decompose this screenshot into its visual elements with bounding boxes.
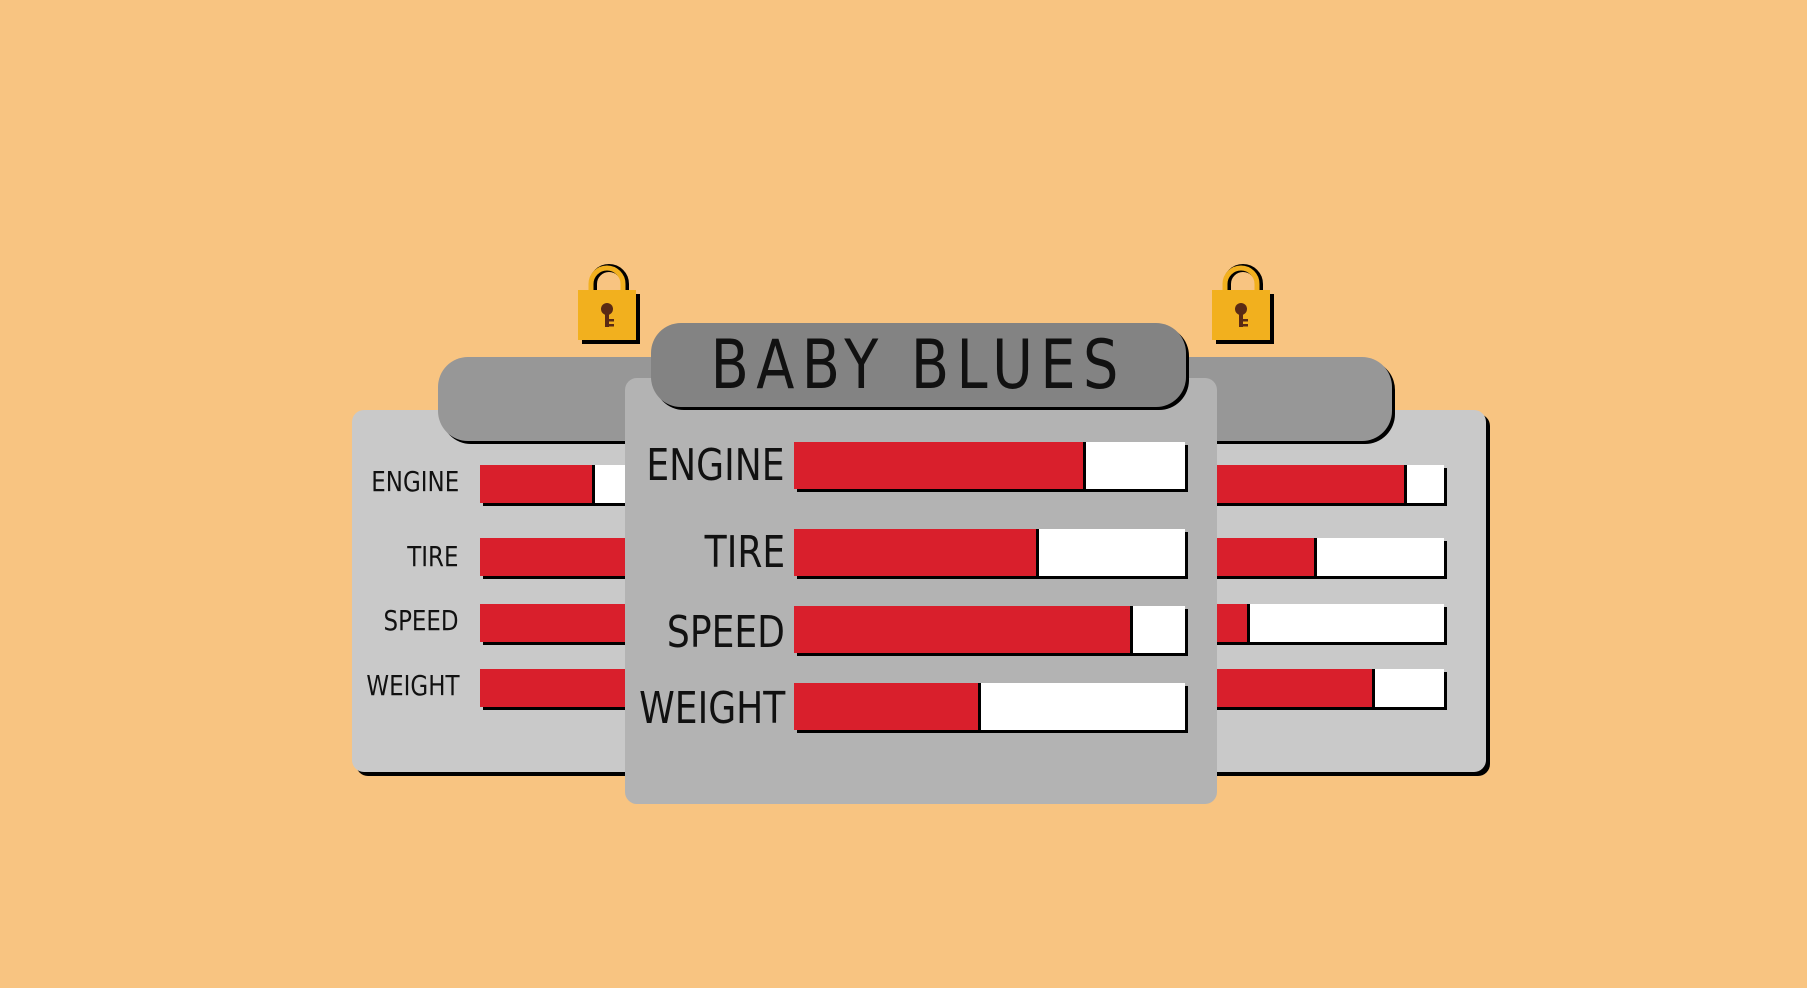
stat-bar-weight bbox=[794, 683, 1185, 730]
stat-bar-engine bbox=[794, 442, 1185, 489]
stat-bar-speed bbox=[794, 606, 1185, 653]
stat-fill-speed bbox=[794, 606, 1131, 653]
left-stat-bar-weight bbox=[480, 669, 640, 707]
left-stat-label-engine: ENGINE bbox=[371, 465, 459, 498]
left-padlock-icon bbox=[578, 264, 640, 344]
left-car-card[interactable]: ENGINE TIRE SPEED WEIGHT bbox=[352, 410, 652, 772]
stat-fill-tire bbox=[794, 529, 1037, 576]
stat-bar-tire bbox=[794, 529, 1185, 576]
left-stat-label-weight: WEIGHT bbox=[365, 669, 459, 702]
stat-label-speed: SPEED bbox=[666, 607, 785, 658]
left-stat-bar-engine bbox=[480, 465, 640, 503]
left-stat-label-tire: TIRE bbox=[407, 540, 459, 573]
car-name-title: BABY BLUES bbox=[710, 325, 1127, 405]
stat-fill-engine bbox=[794, 442, 1084, 489]
stat-label-weight: WEIGHT bbox=[638, 683, 785, 734]
left-stat-fill-weight bbox=[480, 669, 640, 707]
selected-car-header: BABY BLUES bbox=[651, 323, 1186, 407]
left-stat-fill-tire bbox=[480, 538, 640, 576]
stat-fill-weight bbox=[794, 683, 978, 730]
stat-label-tire: TIRE bbox=[704, 527, 785, 578]
left-stat-bar-tire bbox=[480, 538, 640, 576]
left-stat-fill-speed bbox=[480, 604, 640, 642]
left-stat-fill-engine bbox=[480, 465, 592, 503]
selected-car-card[interactable]: ENGINE TIRE SPEED WEIGHT bbox=[625, 378, 1217, 804]
left-stat-label-speed: SPEED bbox=[383, 604, 459, 637]
left-stat-bar-speed bbox=[480, 604, 640, 642]
right-padlock-icon bbox=[1212, 264, 1274, 344]
stat-label-engine: ENGINE bbox=[646, 440, 785, 491]
